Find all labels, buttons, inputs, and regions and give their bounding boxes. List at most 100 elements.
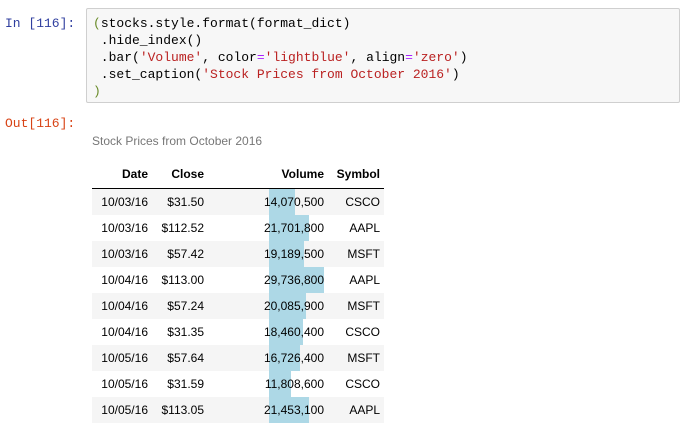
cell-symbol-text: AAPL bbox=[349, 273, 380, 287]
cell-volume-text: 11,808,600 bbox=[264, 377, 324, 391]
cell-close-text: $31.59 bbox=[167, 377, 204, 391]
code-line: .set_caption('Stock Prices from October … bbox=[93, 66, 679, 83]
cell-volume-text: 21,453,100 bbox=[263, 403, 324, 417]
cell-volume: 14,070,500 bbox=[208, 189, 324, 215]
cell-date: 10/04/16 bbox=[92, 293, 148, 319]
cell-volume: 16,726,400 bbox=[208, 345, 324, 371]
cell-symbol: MSFT bbox=[328, 241, 380, 267]
table-row: 10/04/16 $31.35 18,460,400 CSCO bbox=[92, 319, 384, 345]
cell-symbol-text: CSCO bbox=[345, 325, 380, 339]
table-row: 10/04/16 $113.00 29,736,800 AAPL bbox=[92, 267, 384, 293]
cell-close: $57.64 bbox=[150, 345, 204, 371]
table-caption: Stock Prices from October 2016 bbox=[92, 134, 263, 148]
cell-close-text: $113.00 bbox=[161, 273, 205, 287]
cell-volume: 18,460,400 bbox=[208, 319, 324, 345]
cell-date: 10/05/16 bbox=[92, 371, 148, 397]
code-text: , color bbox=[202, 50, 257, 65]
cell-date: 10/05/16 bbox=[92, 397, 148, 423]
cell-volume: 21,453,100 bbox=[208, 397, 324, 423]
cell-symbol: AAPL bbox=[328, 397, 380, 423]
cell-date-text: 10/03/16 bbox=[101, 247, 148, 261]
code-cell-editor[interactable]: (stocks.style.format(format_dict) .hide_… bbox=[86, 8, 680, 103]
code-line: ) bbox=[93, 83, 679, 100]
code-line: (stocks.style.format(format_dict) bbox=[93, 15, 679, 32]
cell-date: 10/03/16 bbox=[92, 189, 148, 215]
code-line: .hide_index() bbox=[93, 32, 679, 49]
cell-symbol: MSFT bbox=[328, 345, 380, 371]
code-operator: = bbox=[256, 50, 265, 65]
cell-date: 10/03/16 bbox=[92, 215, 148, 241]
cell-date-text: 10/05/16 bbox=[101, 351, 148, 365]
table-row: 10/05/16 $31.59 11,808,600 CSCO bbox=[92, 371, 384, 397]
cell-date: 10/05/16 bbox=[92, 345, 148, 371]
code-string: 'zero' bbox=[412, 50, 460, 65]
code-string: 'Stock Prices from October 2016' bbox=[202, 67, 452, 82]
cell-close: $113.00 bbox=[150, 267, 205, 293]
cell-volume-text: 19,189,500 bbox=[263, 247, 324, 261]
cell-date-text: 10/04/16 bbox=[101, 325, 148, 339]
cell-symbol-text: CSCO bbox=[345, 377, 380, 391]
cell-symbol-text: AAPL bbox=[349, 221, 380, 235]
cell-close: $31.35 bbox=[150, 319, 204, 345]
table-row: 10/05/16 $113.05 21,453,100 AAPL bbox=[92, 397, 384, 423]
cell-date-text: 10/05/16 bbox=[101, 403, 148, 417]
table-row: 10/03/16 $57.42 19,189,500 MSFT bbox=[92, 241, 384, 267]
cell-symbol: AAPL bbox=[328, 215, 380, 241]
column-header-close: Close bbox=[171, 167, 204, 181]
cell-close: $57.24 bbox=[150, 293, 204, 319]
code-text: stocks.style.format(format_dict) bbox=[100, 16, 351, 31]
cell-close-text: $112.52 bbox=[161, 221, 205, 235]
code-paren: ) bbox=[93, 84, 101, 99]
table-row: 10/05/16 $57.64 16,726,400 MSFT bbox=[92, 345, 384, 371]
column-header-symbol: Symbol bbox=[336, 167, 380, 181]
cell-close-text: $57.64 bbox=[167, 351, 204, 365]
cell-symbol: AAPL bbox=[328, 267, 380, 293]
code-string: 'Volume' bbox=[139, 50, 203, 65]
cell-volume-text: 21,701,800 bbox=[263, 221, 324, 235]
table-header-row: Date Close Volume Symbol bbox=[92, 160, 384, 189]
cell-close-text: $57.24 bbox=[167, 299, 204, 313]
cell-volume-text: 20,085,900 bbox=[263, 299, 324, 313]
table-row: 10/04/16 $57.24 20,085,900 MSFT bbox=[92, 293, 384, 319]
cell-close-text: $31.35 bbox=[167, 325, 204, 339]
notebook-page: In [116]: (stocks.style.format(format_di… bbox=[0, 0, 682, 424]
cell-date: 10/03/16 bbox=[92, 241, 148, 267]
cell-symbol-text: AAPL bbox=[349, 403, 380, 417]
code-line: .bar('Volume', color='lightblue', align=… bbox=[93, 49, 679, 66]
cell-symbol-text: MSFT bbox=[347, 351, 380, 365]
cell-volume-text: 29,736,800 bbox=[263, 273, 324, 287]
cell-close-text: $57.42 bbox=[167, 247, 204, 261]
column-header-date: Date bbox=[121, 167, 148, 181]
code-text: .set_caption( bbox=[93, 67, 203, 82]
cell-volume-text: 16,726,400 bbox=[263, 351, 324, 365]
cell-close-text: $31.50 bbox=[167, 195, 204, 209]
output-prompt: Out[116]: bbox=[5, 116, 76, 131]
input-prompt: In [116]: bbox=[5, 16, 76, 31]
cell-close: $112.52 bbox=[150, 215, 205, 241]
cell-symbol-text: CSCO bbox=[345, 195, 380, 209]
cell-date-text: 10/04/16 bbox=[101, 273, 148, 287]
cell-symbol-text: MSFT bbox=[347, 247, 380, 261]
cell-date: 10/04/16 bbox=[92, 267, 148, 293]
code-operator: = bbox=[405, 50, 413, 65]
table-row: 10/03/16 $112.52 21,701,800 AAPL bbox=[92, 215, 384, 241]
cell-close: $31.50 bbox=[150, 189, 204, 215]
cell-symbol-text: MSFT bbox=[347, 299, 380, 313]
code-paren: ( bbox=[93, 16, 101, 31]
cell-volume-text: 18,460,400 bbox=[263, 325, 324, 339]
cell-volume: 11,808,600 bbox=[208, 371, 324, 397]
cell-date-text: 10/03/16 bbox=[101, 195, 148, 209]
cell-symbol: CSCO bbox=[328, 371, 380, 397]
code-text: .hide_index() bbox=[93, 33, 203, 48]
cell-date-text: 10/04/16 bbox=[101, 299, 148, 313]
cell-symbol: MSFT bbox=[328, 293, 380, 319]
cell-close: $31.59 bbox=[150, 371, 204, 397]
code-string: 'lightblue' bbox=[264, 50, 351, 65]
cell-close: $57.42 bbox=[150, 241, 204, 267]
cell-symbol: CSCO bbox=[328, 319, 380, 345]
cell-volume: 29,736,800 bbox=[208, 267, 324, 293]
cell-symbol: CSCO bbox=[328, 189, 380, 215]
cell-date-text: 10/05/16 bbox=[101, 377, 148, 391]
code-text: .bar( bbox=[93, 50, 140, 65]
cell-volume-text: 14,070,500 bbox=[263, 195, 324, 209]
